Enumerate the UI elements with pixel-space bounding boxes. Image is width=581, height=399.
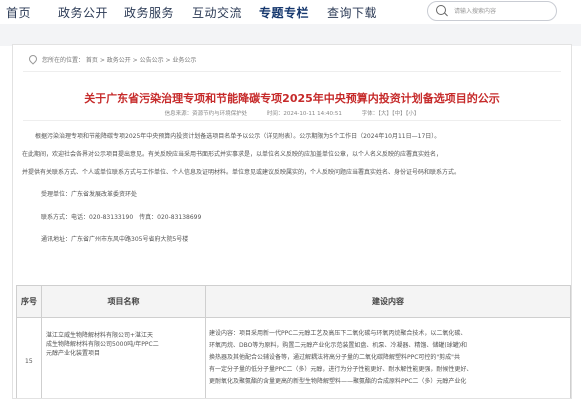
row-number: 15 <box>25 358 33 365</box>
article-source: 信息来源：资源节约与环境保护处 <box>164 111 248 117</box>
divider <box>23 71 561 72</box>
column-header-project-name: 项目名称 <box>42 286 205 318</box>
project-name-line: 元醇产业化装置项目 <box>46 350 101 357</box>
contact-address: 通讯地址：广东省广州市东风中路305号省府大院5号楼 <box>41 236 189 243</box>
article-time: 时间：2024-10-11 14:40:51 <box>266 111 342 117</box>
nav-home[interactable]: 首页 <box>6 4 31 21</box>
article-body-line: 根据污染治理专项和节能降碳专项2025年中央预算内投资计划备选项目名单予以公示（… <box>35 133 441 140</box>
font-size-switch[interactable]: 字体：【大】【中】【小】 <box>362 111 420 117</box>
column-header-no: 序号 <box>17 286 41 318</box>
article-meta: 信息来源：资源节约与环境保护处 时间：2024-10-11 14:40:51 字… <box>13 109 571 117</box>
nav-interaction[interactable]: 互动交流 <box>192 4 242 21</box>
location-pin-icon <box>27 53 39 65</box>
project-name-line: 成生物降解材料有限公司5000吨/年PPC二 <box>46 341 159 348</box>
project-table: 序号 项目名称 建设内容 15 湛江立威生物降解材料有限公司+湛江天 成生物降解… <box>16 285 571 398</box>
breadcrumb-text[interactable]: 您所在的位置： 首页 > 政务公开 > 公告公示 > 业务公示 <box>42 57 196 64</box>
table-column-divider <box>205 286 206 398</box>
divider <box>23 120 561 121</box>
breadcrumb: 您所在的位置： 首页 > 政务公开 > 公告公示 > 业务公示 <box>27 53 196 65</box>
page-background-band <box>0 24 581 46</box>
search-box[interactable]: 请输入搜索内容 <box>427 1 557 21</box>
project-content-line: 更耐氧化及聚氨酯的含量更高的新型生物降解塑料——聚氨酯的合成原料PPC二（多）元… <box>209 378 467 385</box>
nav-special-topics[interactable]: 专题专栏 <box>259 4 309 21</box>
project-content-line: 建设内容：项目采用新一代PPC二元醇工艺及高压下二氧化碳与环氧丙烷聚合技术，以二… <box>209 330 467 337</box>
contact-phone: 联系方式：电话：020-83133190 传真：020-83138699 <box>41 214 202 221</box>
nav-gov-services[interactable]: 政务服务 <box>124 4 174 21</box>
project-content-line: 换热器及其他配合公辅设备等，通过解耦法将高分子量的二氧化碳降解塑料PPC可控的"… <box>209 354 460 361</box>
table-column-divider <box>41 286 42 398</box>
article-container: 您所在的位置： 首页 > 政务公开 > 公告公示 > 业务公示 关于广东省污染治… <box>12 44 572 399</box>
article-body-line: 并提供有关联系方式、个人或单位联系方式与工作单位、个人信息及证明材料。单位意见或… <box>22 169 461 176</box>
article-body-line: 在此期间，欢迎社会各界对公示项目提出意见。有关反映应当采用书面形式并实事求是，以… <box>22 151 443 158</box>
search-icon[interactable] <box>436 5 446 15</box>
search-input[interactable]: 请输入搜索内容 <box>454 6 496 15</box>
contact-unit: 受理单位：广东省发展改革委资环处 <box>41 191 138 198</box>
nav-query-download[interactable]: 查询下载 <box>327 4 377 21</box>
nav-gov-affairs-public[interactable]: 政务公开 <box>58 4 108 21</box>
article-title: 关于广东省污染治理专项和节能降碳专项2025年中央预算内投资计划备选项目的公示 <box>84 92 500 105</box>
top-navigation: 首页 政务公开 政务服务 互动交流 专题专栏 查询下载 请输入搜索内容 <box>0 0 581 24</box>
column-header-content: 建设内容 <box>206 286 570 318</box>
project-name-line: 湛江立威生物降解材料有限公司+湛江天 <box>46 332 154 339</box>
project-content-line: 有一定分子量的低分子量PPC二（多）元醇，进行为分子性能更好、耐水解性能更强，耐… <box>209 366 473 373</box>
project-content-line: 环氧丙烷、DBO等为原料，购置二元醇产业化示范装置如盘、机泵、冷凝器、精馏、储罐… <box>209 342 468 349</box>
